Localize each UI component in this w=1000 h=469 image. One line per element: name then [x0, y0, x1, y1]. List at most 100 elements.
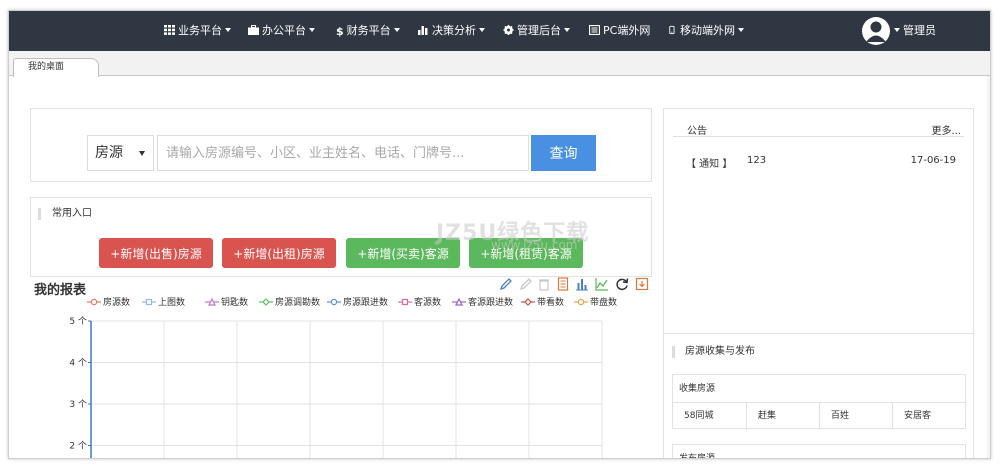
- caret-down-icon: [738, 28, 744, 32]
- nav-item-admin[interactable]: 管理后台: [503, 11, 570, 51]
- more-link[interactable]: 更多...: [931, 122, 961, 137]
- nav-item-finance[interactable]: $ 财务平台: [336, 11, 400, 51]
- trash-icon[interactable]: [537, 277, 551, 291]
- report-chart: 5 个 4 个 3 个 2 个: [69, 316, 603, 458]
- legend-marker-icon: [142, 298, 156, 306]
- bar-chart-icon: [418, 26, 428, 35]
- caret-down-icon: [479, 28, 485, 32]
- search-panel: 房源 查询: [30, 108, 652, 182]
- mobile-icon: [669, 25, 675, 35]
- watermark-url: www.jz5u.com: [491, 238, 578, 252]
- caret-down-icon: [309, 28, 315, 32]
- add-rent-listing-button[interactable]: +新增(出租)房源: [222, 238, 336, 268]
- publish-box: 发布房源: [672, 444, 966, 459]
- nav-label: 业务平台: [178, 24, 222, 37]
- caret-down-icon: [393, 28, 400, 32]
- y-tick-label: 3 个: [69, 399, 87, 410]
- search-button[interactable]: 查询: [531, 135, 596, 171]
- dollar-icon: $: [336, 25, 344, 38]
- notice-panel: 公告 更多... 【 通知 】 123 17-06-19: [663, 108, 974, 334]
- nav-label: 财务平台: [346, 24, 391, 37]
- source-anjuke[interactable]: 安居客: [892, 403, 965, 430]
- legend-item[interactable]: 带看数: [521, 297, 564, 309]
- legend-marker-icon: [87, 298, 101, 306]
- search-type-select[interactable]: 房源: [87, 135, 154, 171]
- caret-down-icon: [564, 28, 570, 32]
- add-sale-listing-button[interactable]: +新增(出售)房源: [99, 238, 213, 268]
- legend-label: 客源跟进数: [468, 298, 514, 308]
- avatar[interactable]: [862, 17, 890, 45]
- caret-down-icon: [139, 151, 145, 156]
- collect-publish-panel: 房源收集与发布 收集房源 58同城 赶集 百姓 安居客 发布房源: [663, 334, 974, 459]
- nav-item-business[interactable]: 业务平台: [164, 11, 231, 51]
- caret-down-icon: [894, 28, 900, 32]
- legend-marker-icon: [574, 298, 588, 306]
- nav-label: 管理后台: [517, 24, 561, 37]
- eraser-icon[interactable]: [519, 277, 533, 291]
- save-image-icon[interactable]: [635, 277, 649, 291]
- legend-label: 房源调勘数: [275, 298, 321, 308]
- notice-tag: 【 通知 】: [686, 159, 733, 170]
- vertical-scrollbar[interactable]: [987, 76, 990, 458]
- legend-label: 客源数: [414, 298, 442, 308]
- nav-label: 办公平台: [262, 24, 306, 37]
- document-icon: [589, 25, 600, 35]
- collect-box: 收集房源 58同城 赶集 百姓 安居客: [672, 374, 966, 430]
- source-58[interactable]: 58同城: [673, 403, 746, 430]
- section-title: 房源收集与发布: [672, 346, 755, 358]
- nav-label: 移动端外网: [680, 24, 735, 37]
- legend-label: 上图数: [158, 298, 186, 308]
- report-title: 我的报表: [34, 283, 87, 298]
- line-chart-icon[interactable]: [595, 277, 609, 291]
- tab-bar: 我的桌面: [9, 51, 990, 77]
- bar-chart-icon[interactable]: [575, 277, 589, 291]
- notice-text[interactable]: 123: [747, 155, 766, 166]
- notice-date: 17-06-19: [910, 155, 956, 166]
- legend-item[interactable]: 客源跟进数: [452, 297, 513, 309]
- briefcase-icon: [248, 25, 259, 35]
- legend-item[interactable]: 客源数: [398, 297, 441, 309]
- notice-header: 公告 更多...: [673, 120, 964, 137]
- legend-item[interactable]: 上图数: [142, 297, 185, 309]
- legend-marker-icon: [452, 298, 466, 306]
- section-title: 常用入口: [38, 208, 92, 220]
- nav-label: PC端外网: [603, 24, 651, 37]
- legend-marker-icon: [398, 298, 412, 306]
- legend-label: 房源跟进数: [343, 298, 389, 308]
- source-baixing[interactable]: 百姓: [819, 403, 892, 430]
- notice-title: 公告: [687, 126, 707, 137]
- tab-my-desktop[interactable]: 我的桌面: [13, 58, 99, 77]
- data-view-icon[interactable]: [556, 277, 570, 291]
- publish-subtitle: 发布房源: [679, 454, 716, 459]
- legend-item[interactable]: 带盘数: [574, 297, 617, 309]
- source-ganji[interactable]: 赶集: [746, 403, 819, 430]
- legend-label: 带盘数: [590, 298, 618, 308]
- user-name: 管理员: [903, 24, 936, 37]
- nav-item-mobile-site[interactable]: 移动端外网: [669, 11, 744, 51]
- user-menu[interactable]: 管理员: [894, 11, 936, 51]
- legend-marker-icon: [259, 298, 273, 306]
- app-window: 业务平台 办公平台 $ 财务平台 决策分析 管理后台 PC端外网 移动端外网 管理…: [8, 10, 991, 459]
- y-tick-label: 4 个: [69, 358, 87, 369]
- caret-down-icon: [225, 28, 231, 32]
- y-tick-label: 2 个: [69, 441, 87, 452]
- refresh-icon[interactable]: [615, 277, 629, 291]
- pencil-icon[interactable]: [499, 277, 513, 291]
- legend-item[interactable]: 钥匙数: [205, 297, 248, 309]
- grid-icon: [164, 25, 175, 35]
- collect-sources: 58同城 赶集 百姓 安居客: [673, 402, 965, 430]
- legend-item[interactable]: 房源调勘数: [259, 297, 320, 309]
- nav-item-pc-site[interactable]: PC端外网: [589, 11, 650, 51]
- nav-item-analysis[interactable]: 决策分析: [418, 11, 485, 51]
- nav-label: 决策分析: [432, 24, 476, 37]
- tab-label: 我的桌面: [28, 62, 65, 72]
- legend-item[interactable]: 房源数: [87, 297, 130, 309]
- legend-marker-icon: [205, 298, 219, 306]
- legend-item[interactable]: 房源跟进数: [327, 297, 388, 309]
- search-input[interactable]: [157, 135, 529, 171]
- legend-label: 钥匙数: [221, 298, 249, 308]
- user-icon: [866, 21, 886, 42]
- nav-item-office[interactable]: 办公平台: [248, 11, 315, 51]
- legend-marker-icon: [521, 298, 535, 306]
- collect-subtitle: 收集房源: [679, 384, 716, 394]
